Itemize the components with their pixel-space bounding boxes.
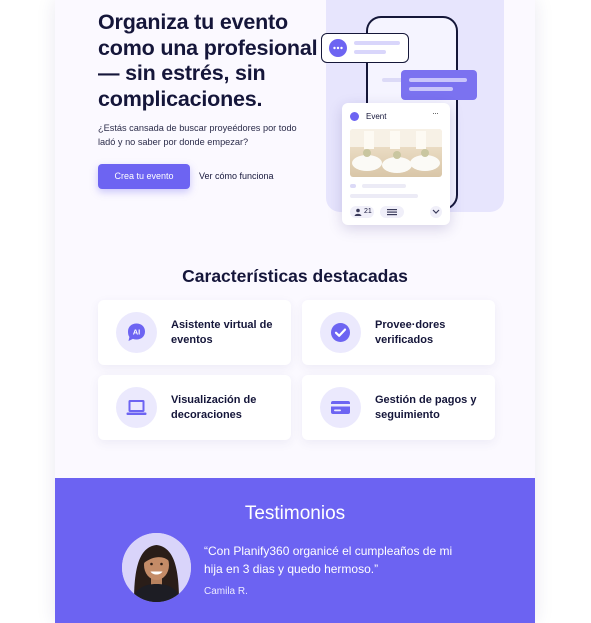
chat-line — [354, 41, 400, 45]
verified-check-icon — [331, 323, 350, 342]
guest-count: 21 — [364, 208, 372, 215]
testimonials-title: Testimonios — [244, 503, 346, 524]
hero-title: Organiza tu evento como una profesional … — [98, 10, 318, 111]
feature-icon-background — [116, 387, 157, 428]
feature-card-payments: Gestión de pagos y seguimiento — [302, 375, 495, 440]
photo-table — [410, 155, 440, 171]
message-card — [401, 70, 477, 100]
testimonials-section: Testimonios “Con Planify360 organicé el … — [55, 478, 535, 623]
photo-table — [382, 157, 412, 173]
feature-label: Asistente virtual de eventos — [171, 319, 273, 346]
ai-chat-icon: AI — [128, 323, 145, 341]
photo-window — [390, 131, 400, 149]
photo-centerpiece — [421, 149, 429, 157]
feature-card-decorations: Visualización de decoraciones — [98, 375, 291, 440]
banquet-hall-photo — [350, 129, 442, 177]
event-row-dot — [350, 184, 356, 188]
create-event-button[interactable]: Crea tu evento — [98, 164, 190, 189]
message-line — [409, 78, 467, 82]
landing-page: Organiza tu evento como una profesional … — [55, 0, 535, 623]
chat-line — [354, 50, 386, 54]
guest-count-chip: 21 — [350, 206, 374, 218]
feature-label: Provee·dores verificados — [375, 319, 446, 346]
photo-window — [416, 131, 426, 149]
feature-icon-background — [320, 312, 361, 353]
message-line — [409, 87, 453, 91]
testimonial-quote: “Con Planify360 organicé el cumpleaños d… — [204, 544, 453, 576]
photo-table — [352, 155, 382, 171]
event-row — [362, 184, 406, 188]
event-row — [350, 194, 418, 198]
list-icon — [387, 209, 397, 216]
credit-card-icon — [331, 401, 350, 414]
feature-icon-background — [320, 387, 361, 428]
avatar — [122, 533, 191, 602]
feature-label: Gestión de pagos y seguimiento — [375, 394, 477, 421]
features-title: Características destacadas — [182, 266, 408, 286]
laptop-icon — [126, 400, 147, 415]
chevron-chip — [430, 206, 442, 218]
event-preview-card: Event ··· 21 — [342, 103, 450, 225]
event-card-label: Event — [366, 112, 387, 121]
feature-icon-background: AI — [116, 312, 157, 353]
list-chip — [380, 206, 404, 218]
feature-card-verified-providers: Provee·dores verificados — [302, 300, 495, 365]
customer-photo — [122, 533, 191, 602]
feature-label: Visualización de decoraciones — [171, 394, 257, 421]
feature-card-virtual-assistant: AI Asistente virtual de eventos — [98, 300, 291, 365]
more-options-icon: ··· — [432, 108, 439, 118]
ai-icon-text: AI — [133, 327, 141, 336]
event-status-dot — [350, 112, 359, 121]
chat-bubble-card — [321, 33, 409, 63]
hero-subtitle: ¿Estás cansada de buscar proyeédores por… — [98, 123, 297, 147]
guests-icon — [354, 208, 362, 216]
chevron-down-icon — [432, 209, 440, 214]
see-how-it-works-link[interactable]: Ver cómo funciona — [199, 164, 274, 189]
chat-bubble-icon — [329, 39, 347, 57]
testimonial-author: Camila R. — [204, 586, 248, 597]
photo-centerpiece — [393, 151, 401, 159]
photo-centerpiece — [363, 149, 371, 157]
photo-window — [364, 131, 374, 149]
